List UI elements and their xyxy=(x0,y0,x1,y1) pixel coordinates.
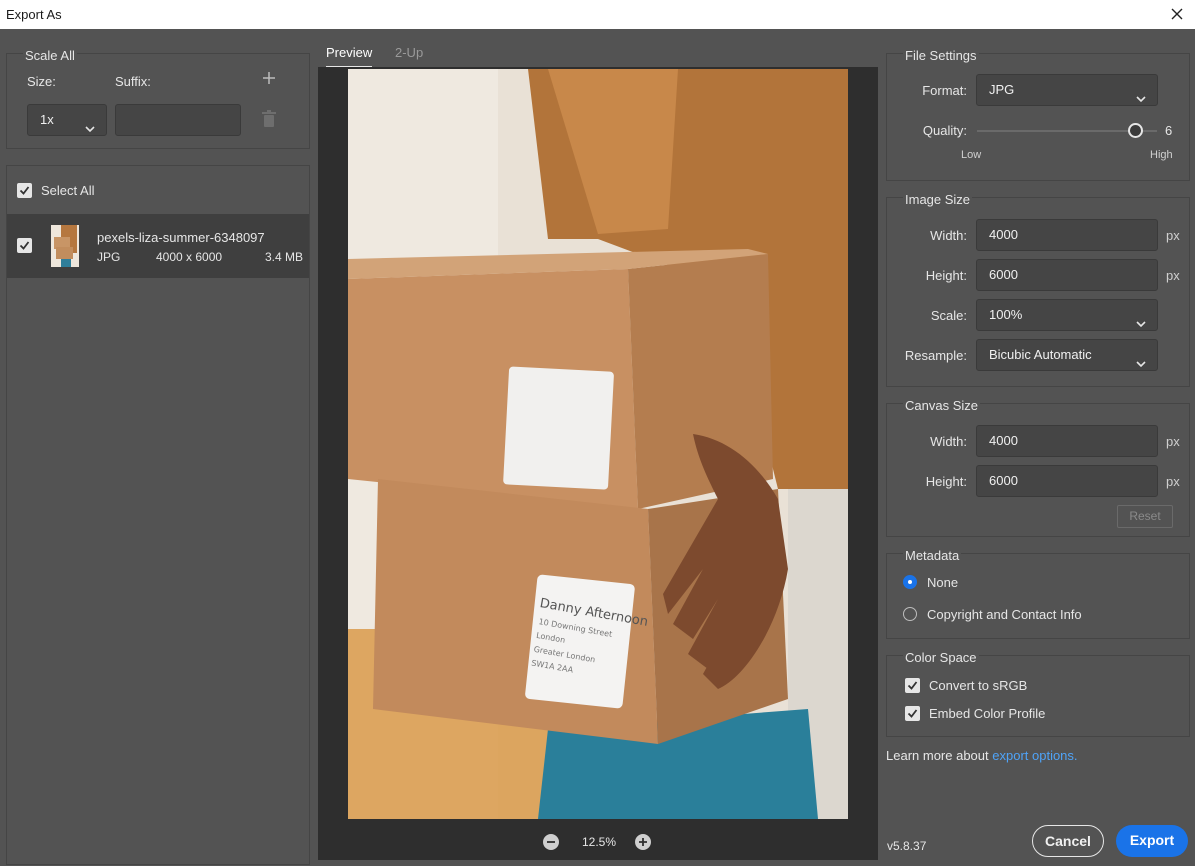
canvas-width-unit: px xyxy=(1166,434,1180,449)
format-value: JPG xyxy=(989,82,1015,97)
quality-value: 6 xyxy=(1165,123,1173,138)
image-width-label: Width: xyxy=(930,228,967,243)
image-height-input[interactable]: 6000 xyxy=(976,259,1158,291)
scale-all-title: Scale All xyxy=(23,48,77,63)
asset-thumbnail xyxy=(51,225,79,267)
canvas-height-input[interactable]: 6000 xyxy=(976,465,1158,497)
metadata-copyright-label: Copyright and Contact Info xyxy=(927,607,1082,622)
cancel-button[interactable]: Cancel xyxy=(1032,825,1104,857)
embed-profile-label: Embed Color Profile xyxy=(929,706,1046,721)
zoom-in-icon[interactable] xyxy=(635,834,651,850)
version-label: v5.8.37 xyxy=(887,839,927,853)
canvas-size-panel: Canvas Size Width: 4000 px Height: 6000 … xyxy=(886,398,1190,537)
scale-all-panel: Scale All Size: Suffix: 1x xyxy=(6,48,310,149)
canvas-size-title: Canvas Size xyxy=(903,398,980,413)
image-size-panel: Image Size Width: 4000 px Height: 6000 p… xyxy=(886,192,1190,387)
file-settings-panel: File Settings Format: JPG Quality: 6 Low… xyxy=(886,48,1190,181)
resample-label: Resample: xyxy=(904,348,967,363)
canvas-height-unit: px xyxy=(1166,474,1180,489)
suffix-label: Suffix: xyxy=(115,74,151,89)
scale-select[interactable]: 100% xyxy=(976,299,1158,331)
image-height-label: Height: xyxy=(925,268,967,283)
scale-size-select[interactable]: 1x xyxy=(27,104,107,136)
size-label: Size: xyxy=(27,74,56,89)
format-label: Format: xyxy=(922,83,967,98)
learn-more-label: Learn more about xyxy=(886,748,989,763)
chevron-down-icon xyxy=(84,115,96,133)
preview-area: Danny Afternoon 10 Downing Street London… xyxy=(318,67,878,860)
reset-button[interactable]: Reset xyxy=(1117,505,1173,528)
quality-label: Quality: xyxy=(922,123,967,138)
chevron-down-icon xyxy=(1135,310,1147,328)
tab-2-up[interactable]: 2-Up xyxy=(395,45,423,60)
title-bar: Export As xyxy=(0,0,1195,29)
canvas-width-label: Width: xyxy=(930,434,967,449)
image-width-input[interactable]: 4000 xyxy=(976,219,1158,251)
metadata-none-label: None xyxy=(927,575,959,590)
asset-row[interactable]: pexels-liza-summer-6348097 JPG 4000 x 60… xyxy=(7,214,309,278)
suffix-input[interactable] xyxy=(115,104,241,136)
export-button[interactable]: Export xyxy=(1116,825,1188,857)
embed-profile-checkbox[interactable] xyxy=(905,706,920,721)
quality-slider-thumb[interactable] xyxy=(1128,123,1144,138)
asset-file-size: 3.4 MB xyxy=(265,250,304,264)
trash-icon[interactable] xyxy=(261,110,277,128)
convert-srgb-checkbox[interactable] xyxy=(905,678,920,693)
image-size-title: Image Size xyxy=(903,192,973,207)
canvas-width-input[interactable]: 4000 xyxy=(976,425,1158,457)
metadata-panel: Metadata None Copyright and Contact Info xyxy=(886,548,1190,639)
window-title: Export As xyxy=(6,7,62,22)
chevron-down-icon xyxy=(1135,350,1147,368)
metadata-copyright-radio[interactable] xyxy=(903,607,917,621)
tab-preview[interactable]: Preview xyxy=(326,45,372,60)
add-scale-icon[interactable] xyxy=(261,70,277,86)
zoom-out-icon[interactable] xyxy=(543,834,559,850)
color-space-title: Color Space xyxy=(903,650,979,665)
chevron-down-icon xyxy=(1135,85,1147,103)
metadata-none-radio[interactable] xyxy=(903,575,917,589)
preview-image: Danny Afternoon 10 Downing Street London… xyxy=(348,69,848,819)
select-all-label: Select All xyxy=(41,183,95,198)
image-width-unit: px xyxy=(1166,228,1180,243)
format-select[interactable]: JPG xyxy=(976,74,1158,106)
quality-high-label: High xyxy=(1150,149,1173,161)
file-settings-title: File Settings xyxy=(903,48,979,63)
scale-label: Scale: xyxy=(930,308,967,323)
export-dialog-body: Scale All Size: Suffix: 1x Select All pe… xyxy=(0,29,1195,866)
asset-checkbox[interactable] xyxy=(17,238,32,253)
scale-size-value: 1x xyxy=(40,112,54,127)
color-space-panel: Color Space Convert to sRGB Embed Color … xyxy=(886,650,1190,737)
metadata-title: Metadata xyxy=(903,548,962,563)
scale-value: 100% xyxy=(989,307,1023,322)
quality-low-label: Low xyxy=(961,149,982,161)
export-options-link[interactable]: export options. xyxy=(992,748,1077,763)
asset-format: JPG xyxy=(97,250,121,264)
asset-dimensions: 4000 x 6000 xyxy=(156,250,223,264)
learn-more-text: Learn more about export options. xyxy=(886,748,1078,763)
asset-name: pexels-liza-summer-6348097 xyxy=(97,230,265,245)
zoom-level: 12.5% xyxy=(582,835,617,849)
asset-list-panel: Select All pexels-liza-summer-6348097 JP… xyxy=(6,165,310,865)
convert-srgb-label: Convert to sRGB xyxy=(929,678,1028,693)
image-height-unit: px xyxy=(1166,268,1180,283)
resample-value: Bicubic Automatic xyxy=(989,347,1092,362)
canvas-height-label: Height: xyxy=(925,474,967,489)
resample-select[interactable]: Bicubic Automatic xyxy=(976,339,1158,371)
select-all-checkbox[interactable] xyxy=(17,183,32,198)
close-icon[interactable] xyxy=(1167,4,1187,24)
